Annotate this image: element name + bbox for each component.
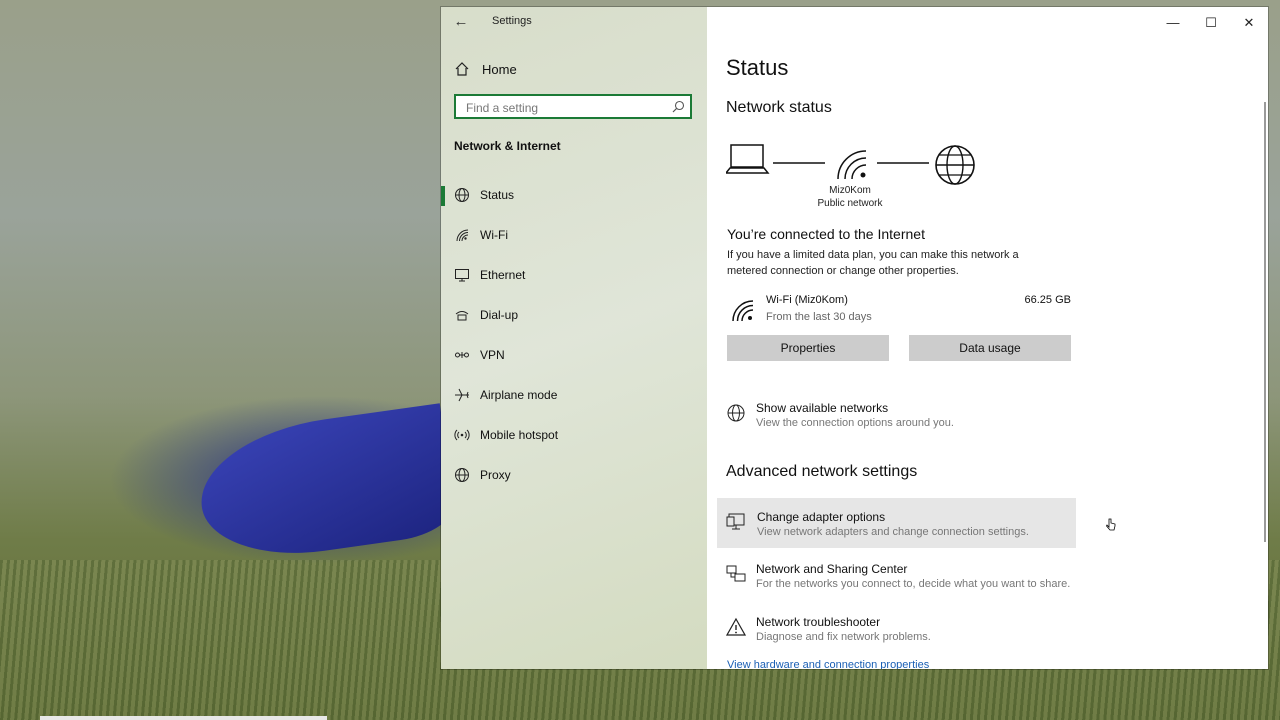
section-heading: Network & Internet	[454, 139, 561, 153]
ethernet-icon	[455, 269, 469, 282]
sidebar-item-dialup[interactable]: Dial-up	[441, 295, 707, 335]
vpn-icon	[455, 352, 469, 358]
page-title: Status	[726, 55, 789, 80]
home-nav[interactable]: Home	[454, 59, 517, 79]
search-box[interactable]	[454, 94, 692, 119]
window-title: Settings	[492, 15, 532, 27]
sidebar-item-mobile-hotspot[interactable]: Mobile hotspot	[441, 415, 707, 455]
wifi-connection-name: Wi-Fi (Miz0Kom)	[766, 294, 848, 306]
laptop-icon	[726, 144, 770, 174]
network-type: Public network	[817, 198, 883, 209]
sidebar-item-label: Dial-up	[480, 308, 519, 322]
internet-globe-icon	[935, 145, 975, 185]
taskbar-strip	[40, 716, 327, 720]
connection-title: You’re connected to the Internet	[727, 226, 925, 242]
wifi-icon	[456, 229, 469, 242]
sidebar-item-label: Status	[480, 188, 515, 202]
show-available-networks[interactable]: Show available networks View the connect…	[726, 401, 1076, 439]
data-usage-button[interactable]: Data usage	[909, 335, 1071, 361]
advanced-settings-heading: Advanced network settings	[726, 463, 918, 480]
show-networks-title: Show available networks	[756, 401, 889, 415]
network-name: Miz0Kom	[829, 185, 871, 196]
network-status-heading: Network status	[726, 99, 832, 116]
scrollbar[interactable]	[1264, 102, 1266, 542]
troubleshooter-title: Network troubleshooter	[756, 615, 881, 629]
sidebar-item-wifi[interactable]: Wi-Fi	[441, 215, 707, 255]
network-globe-icon	[727, 404, 745, 422]
properties-button[interactable]: Properties	[727, 335, 889, 361]
sidebar-item-label: Proxy	[480, 468, 511, 482]
airplane-icon	[455, 388, 469, 402]
proxy-globe-icon	[455, 468, 469, 482]
wifi-icon	[732, 300, 754, 322]
sidebar-item-ethernet[interactable]: Ethernet	[441, 255, 707, 295]
hotspot-icon	[454, 429, 470, 441]
data-usage-amount: 66.25 GB	[1024, 294, 1071, 306]
sharing-center-desc: For the networks you connect to, decide …	[756, 578, 1071, 590]
hardware-properties-link[interactable]: View hardware and connection properties	[727, 659, 929, 669]
sidebar: Home Network & Internet Status Wi-Fi Eth…	[441, 7, 707, 669]
search-input[interactable]	[464, 99, 668, 117]
sidebar-item-label: VPN	[480, 348, 505, 362]
wifi-signal-icon	[837, 150, 867, 180]
search-icon[interactable]	[672, 100, 685, 113]
sidebar-item-vpn[interactable]: VPN	[441, 335, 707, 375]
sidebar-item-airplane-mode[interactable]: Airplane mode	[441, 375, 707, 415]
wallpaper-bird	[192, 403, 458, 567]
network-troubleshooter[interactable]: Network troubleshooter Diagnose and fix …	[726, 615, 1076, 653]
sharing-center-title: Network and Sharing Center	[756, 562, 908, 576]
sharing-center-icon	[726, 565, 746, 582]
sidebar-item-label: Mobile hotspot	[480, 428, 559, 442]
change-adapter-desc: View network adapters and change connect…	[757, 526, 1029, 538]
change-adapter-title: Change adapter options	[757, 510, 886, 524]
settings-window: Home Network & Internet Status Wi-Fi Eth…	[441, 7, 1268, 669]
sidebar-item-proxy[interactable]: Proxy	[441, 455, 707, 495]
wifi-usage-row: Wi-Fi (Miz0Kom) From the last 30 days 66…	[727, 291, 1071, 331]
home-icon	[455, 62, 469, 76]
connection-description: If you have a limited data plan, you can…	[727, 249, 1019, 277]
sidebar-item-label: Wi-Fi	[480, 228, 508, 242]
home-label: Home	[482, 61, 517, 77]
back-button[interactable]: ←	[451, 13, 471, 31]
dialup-icon	[455, 311, 469, 321]
globe-icon	[455, 188, 469, 202]
network-diagram	[726, 144, 975, 185]
change-adapter-options[interactable]: Change adapter options View network adap…	[717, 498, 1076, 548]
sidebar-item-label: Airplane mode	[480, 388, 558, 402]
usage-period: From the last 30 days	[766, 311, 872, 323]
network-sharing-center[interactable]: Network and Sharing Center For the netwo…	[726, 562, 1076, 600]
monitor-adapter-icon	[726, 513, 745, 530]
show-networks-desc: View the connection options around you.	[756, 417, 954, 429]
main-content: Status Network status Miz0Kom Public net	[707, 7, 1268, 669]
sidebar-item-label: Ethernet	[480, 268, 526, 282]
sidebar-nav: Status Wi-Fi Ethernet Dial-up VPN Airpla…	[441, 175, 707, 495]
mouse-cursor-icon	[1106, 518, 1116, 531]
sidebar-item-status[interactable]: Status	[441, 175, 707, 215]
warning-triangle-icon	[726, 617, 746, 636]
troubleshooter-desc: Diagnose and fix network problems.	[756, 631, 931, 643]
